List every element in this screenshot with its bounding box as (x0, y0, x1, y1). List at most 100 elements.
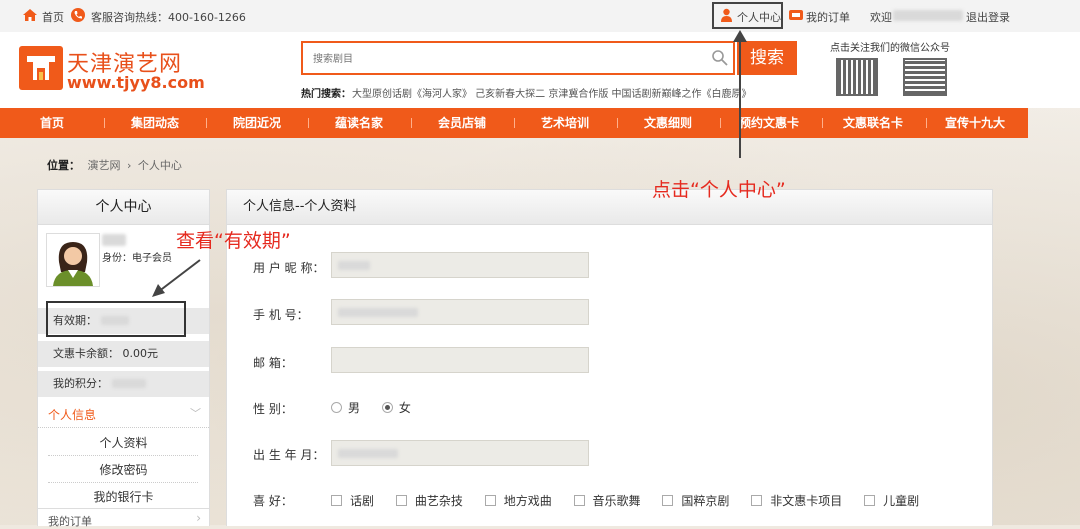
hobby-music-checkbox[interactable]: 音乐歌舞 (573, 494, 641, 508)
nav-divider (411, 118, 412, 128)
birth-value-redacted (338, 449, 398, 458)
email-input[interactable] (331, 347, 589, 373)
gender-male-radio[interactable]: 男 (331, 401, 360, 415)
checkbox-icon (331, 495, 342, 506)
annotation-view-validity: 查看“有效期” (176, 230, 291, 252)
main-panel: 个人信息--个人资料 用 户 昵 称： 手 机 号： 邮 箱： 性 别： 男 女… (226, 189, 993, 526)
hobby-non-card-label: 非文惠卡项目 (770, 494, 843, 508)
gender-label: 性 别： (253, 402, 293, 416)
nav-divider (206, 118, 207, 128)
radio-selected-icon (381, 402, 393, 413)
nav-card-rules[interactable]: 文惠细则 (633, 108, 703, 138)
search-icon[interactable] (711, 49, 729, 67)
chevron-down-icon: ﹀ (190, 407, 201, 420)
card-balance: 文惠卡余额： 0.00元 (53, 347, 158, 360)
search-box (301, 41, 735, 75)
nav-home[interactable]: 首页 (24, 108, 80, 138)
hobby-checkbox-group: 话剧 曲艺杂技 地方戏曲 音乐歌舞 国粹京剧 非文惠卡项目 儿童剧 (331, 492, 919, 509)
sidebar-item-password[interactable]: 修改密码 (38, 461, 209, 478)
wechat-label: 点击关注我们的微信公众号 (830, 43, 950, 54)
logout-link[interactable]: 退出登录 (966, 9, 1010, 25)
sidebar-item-profile[interactable]: 个人资料 (38, 434, 209, 451)
hobby-quyi-checkbox[interactable]: 曲艺杂技 (395, 494, 463, 508)
checkbox-icon (395, 495, 407, 506)
nav-cobrand-card[interactable]: 文惠联名卡 (836, 108, 910, 138)
nav-troupe-news[interactable]: 院团近况 (222, 108, 292, 138)
username-redacted (893, 10, 963, 21)
nickname-input[interactable] (331, 252, 589, 278)
nav-masters[interactable]: 蕴读名家 (324, 108, 394, 138)
hotline-text: 客服咨询热线：400-160-1266 (91, 11, 246, 24)
hobby-drama-checkbox[interactable]: 话剧 (331, 494, 374, 508)
birth-input[interactable] (331, 440, 589, 466)
hobby-quyi-label: 曲艺杂技 (414, 494, 463, 508)
phone-value-redacted (338, 308, 418, 317)
logo-icon[interactable] (19, 46, 63, 90)
nav-divider (308, 118, 309, 128)
gender-male-label: 男 (348, 401, 361, 415)
member-name-redacted (102, 234, 126, 246)
top-bar: 首页 客服咨询热线：400-160-1266 个人中心 我的订单 欢迎 退出登录 (0, 0, 1080, 33)
nickname-label: 用 户 昵 称： (253, 261, 325, 275)
nav-divider (514, 118, 515, 128)
email-label: 邮 箱： (253, 356, 293, 370)
checkbox-icon (662, 495, 674, 506)
avatar (46, 233, 100, 287)
nav-art-training[interactable]: 艺术培训 (530, 108, 600, 138)
sidebar-item-bank-card[interactable]: 我的银行卡 (38, 488, 209, 505)
logo-url[interactable]: www.tjyy8.com (67, 73, 205, 92)
hobby-local-opera-checkbox[interactable]: 地方戏曲 (484, 494, 552, 508)
card-balance-row: 文惠卡余额： 0.00元 (38, 341, 209, 367)
sidebar-title: 个人中心 (38, 190, 209, 225)
hobby-peking-opera-checkbox[interactable]: 国粹京剧 (662, 494, 729, 508)
qr-code-2[interactable] (903, 58, 947, 96)
hobby-label: 喜 好： (253, 494, 293, 508)
checkbox-icon (573, 495, 585, 506)
phone-input[interactable] (331, 299, 589, 325)
breadcrumb-separator: › (127, 159, 132, 172)
hobby-non-card-checkbox[interactable]: 非文惠卡项目 (751, 494, 842, 508)
hot-search-items[interactable]: 大型原创话剧《海河人家》 己亥新春大探二 京津冀合作版 中国话剧新巅峰之作《白鹿… (352, 85, 752, 100)
home-icon[interactable] (22, 7, 38, 23)
phone-label: 手 机 号： (253, 308, 309, 322)
checkbox-icon (484, 495, 496, 506)
home-link[interactable]: 首页 (42, 9, 64, 25)
breadcrumb-current: 个人中心 (137, 159, 182, 172)
site-header: 天津演艺网 www.tjyy8.com 搜索 热门搜索： 大型原创话剧《海河人家… (0, 32, 1080, 108)
nav-group-news[interactable]: 集团动态 (120, 108, 190, 138)
section-personal-info[interactable]: 个人信息 ﹀ (38, 401, 209, 428)
gender-female-label: 女 (398, 401, 411, 415)
points-label: 我的积分： (53, 377, 108, 390)
hobby-children-checkbox[interactable]: 儿童剧 (864, 494, 919, 508)
gender-female-radio[interactable]: 女 (381, 401, 411, 415)
sidebar-item-orders-label: 我的订单 (48, 515, 92, 528)
user-icon[interactable] (720, 8, 733, 22)
nav-divider (720, 118, 721, 128)
ticket-icon[interactable] (788, 9, 804, 21)
sidebar-item-orders[interactable]: 我的订单 › (38, 508, 209, 529)
hobby-peking-opera-label: 国粹京剧 (681, 494, 730, 508)
breadcrumb: 位置： 演艺网 › 个人中心 (47, 157, 182, 173)
welcome-text: 欢迎 (870, 11, 892, 24)
chevron-right-icon: › (196, 511, 201, 525)
hot-search-label: 热门搜索： (301, 89, 351, 100)
hobby-local-opera-label: 地方戏曲 (503, 494, 552, 508)
sidebar-divider (48, 482, 198, 483)
nav-member-shops[interactable]: 会员店铺 (427, 108, 497, 138)
nav-divider (617, 118, 618, 128)
radio-icon (331, 402, 342, 413)
nav-congress[interactable]: 宣传十九大 (940, 108, 1010, 138)
qr-code-1[interactable] (836, 58, 878, 96)
breadcrumb-label: 位置： (47, 159, 80, 172)
my-orders-link[interactable]: 我的订单 (806, 9, 850, 25)
checkbox-icon (864, 495, 876, 506)
sidebar-divider (48, 455, 198, 456)
user-center-link[interactable]: 个人中心 (737, 9, 781, 25)
main-nav: 首页 集团动态 院团近况 蕴读名家 会员店铺 艺术培训 文惠细则 预约文惠卡 文… (0, 108, 1028, 138)
section-personal-info-label: 个人信息 (48, 408, 97, 422)
search-input[interactable] (311, 50, 695, 68)
hobby-music-label: 音乐歌舞 (592, 494, 641, 508)
breadcrumb-home[interactable]: 演艺网 (88, 159, 121, 172)
nav-divider (822, 118, 823, 128)
points-row: 我的积分： (38, 371, 209, 397)
